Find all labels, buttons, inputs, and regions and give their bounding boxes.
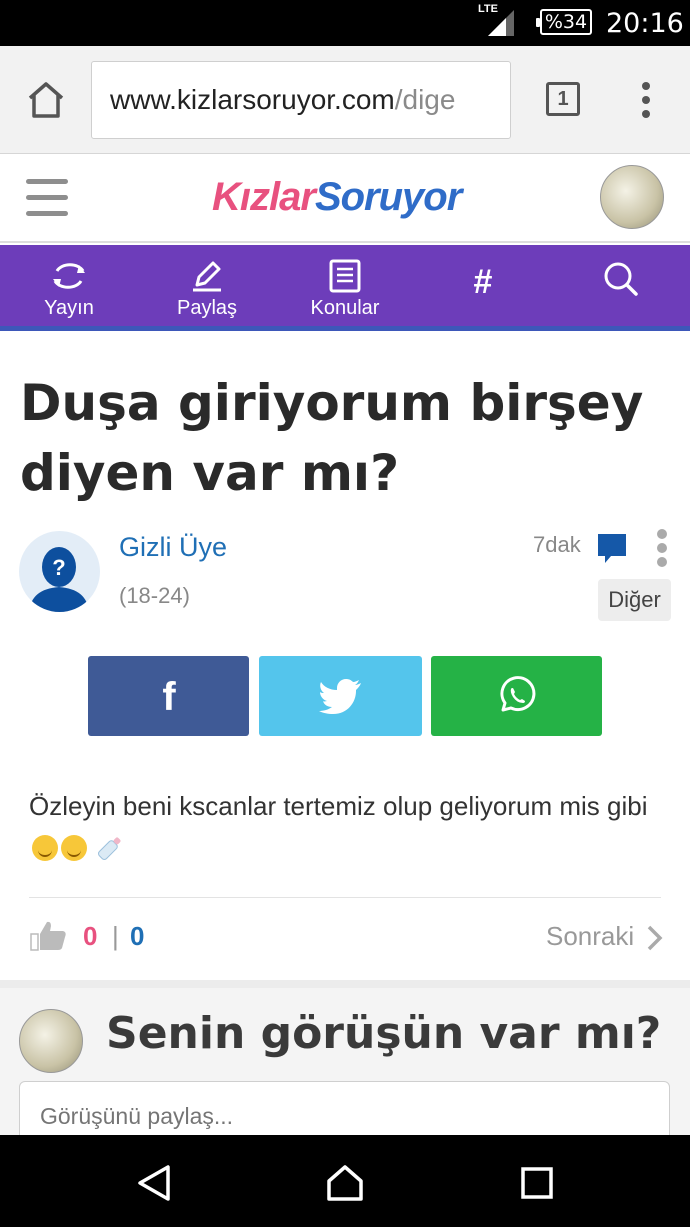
hamburger-menu-icon[interactable] — [26, 179, 68, 217]
battery-indicator: %34 — [536, 9, 592, 35]
address-bar[interactable]: www.kizlarsoruyor.com/dige — [91, 61, 511, 139]
vote-down-count: 0 — [130, 921, 145, 951]
smile-emoji-icon — [61, 835, 87, 861]
next-question-link[interactable]: Sonraki — [546, 921, 634, 952]
svg-text:f: f — [162, 676, 176, 716]
question-body-text: Özleyin beni kscanlar tertemiz olup geli… — [29, 791, 648, 821]
home-nav-icon[interactable] — [325, 1163, 365, 1203]
tab-switcher-button[interactable]: 1 — [546, 82, 580, 116]
search-icon — [604, 262, 638, 296]
clock: 20:16 — [606, 8, 684, 39]
nav-item-yayin[interactable]: Yayın — [0, 245, 138, 331]
recent-apps-icon[interactable] — [520, 1163, 554, 1203]
opinion-section: Senin görüşün var mı? — [0, 988, 690, 1151]
current-user-avatar — [19, 1009, 83, 1073]
share-whatsapp-button[interactable] — [431, 656, 602, 736]
facebook-icon: f — [162, 676, 176, 716]
smile-emoji-icon — [32, 835, 58, 861]
vote-up-count: 0 — [83, 921, 98, 951]
nav-item-hashtags[interactable]: # — [414, 245, 552, 331]
post-options-icon[interactable] — [655, 529, 669, 571]
whatsapp-icon — [499, 676, 535, 712]
signal-icon — [488, 10, 514, 36]
nav-label: Yayın — [44, 297, 94, 319]
browser-menu-icon[interactable] — [640, 82, 652, 118]
comment-icon[interactable] — [597, 532, 627, 566]
url-host: www.kizlarsoruyor.com — [110, 84, 395, 115]
svg-text:?: ? — [52, 555, 65, 580]
author-name[interactable]: Gizli Üye — [119, 532, 227, 563]
vote-separator: | — [112, 921, 119, 951]
site-header: KızlarSoruyor — [0, 155, 690, 243]
baby-bottle-emoji-icon — [98, 837, 121, 860]
question-body: Özleyin beni kscanlar tertemiz olup geli… — [29, 785, 669, 869]
thumbs-up-icon[interactable] — [29, 918, 69, 954]
browser-toolbar: www.kizlarsoruyor.com/dige 1 — [0, 46, 690, 154]
site-logo[interactable]: KızlarSoruyor — [212, 175, 462, 220]
section-separator — [0, 980, 690, 988]
category-badge[interactable]: Diğer — [598, 579, 671, 621]
share-facebook-button[interactable]: f — [88, 656, 249, 736]
nav-label: Konular — [310, 297, 380, 319]
nav-item-konular[interactable]: Konular — [276, 245, 414, 331]
url-path: /dige — [394, 84, 456, 115]
nav-item-search[interactable] — [552, 245, 690, 331]
status-bar: LTE %34 20:16 — [0, 0, 690, 46]
nav-label: Paylaş — [176, 297, 238, 319]
list-icon — [329, 259, 361, 293]
nav-item-paylas[interactable]: Paylaş — [138, 245, 276, 331]
anonymous-user-icon: ? — [29, 547, 89, 612]
question-title: Duşa giriyorum birşey diyen var mı? — [20, 374, 644, 502]
twitter-icon — [318, 679, 361, 714]
divider — [29, 897, 661, 898]
post-time: 7dak — [533, 532, 581, 557]
opinion-title: Senin görüşün var mı? — [106, 1008, 662, 1059]
hash-icon: # — [473, 263, 493, 301]
main-nav: Yayın Paylaş Konular # — [0, 245, 690, 331]
chevron-right-icon[interactable] — [646, 924, 664, 952]
share-twitter-button[interactable] — [259, 656, 422, 736]
author-age-range: (18-24) — [119, 583, 190, 608]
home-icon[interactable] — [22, 76, 70, 124]
pencil-icon — [193, 261, 221, 292]
refresh-icon — [53, 263, 85, 289]
system-nav-bar — [0, 1135, 690, 1227]
author-avatar[interactable]: ? — [19, 531, 100, 612]
back-icon[interactable] — [136, 1163, 174, 1203]
user-avatar[interactable] — [600, 165, 664, 229]
